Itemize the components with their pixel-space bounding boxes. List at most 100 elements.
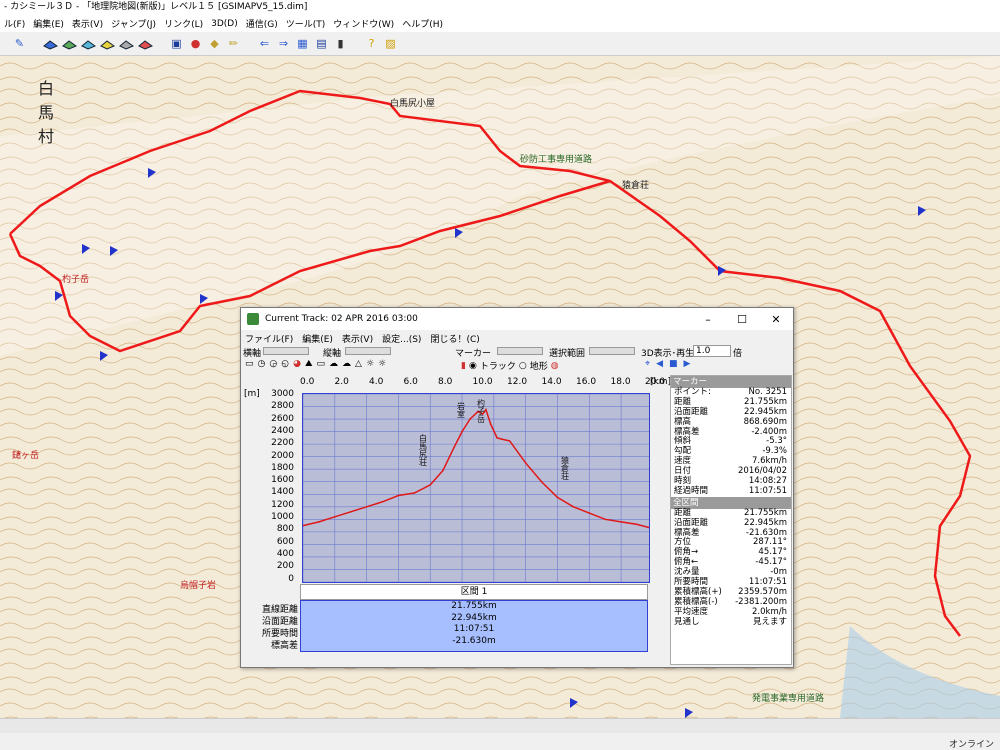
- yoko-slider[interactable]: [263, 347, 309, 355]
- sun2-icon[interactable]: ☼: [378, 359, 386, 369]
- layer-red-icon[interactable]: [138, 36, 153, 51]
- thermometer-icon[interactable]: ▮: [461, 361, 466, 371]
- layer-blue-icon[interactable]: [43, 36, 58, 51]
- window-title: - カシミール３Ｄ - 「地理院地図(新版)」レベル１５ [GSIMAPV5_1…: [0, 0, 1000, 15]
- elevation-point: [556, 496, 559, 499]
- dialog-title: Current Track: 02 APR 2016 03:00: [265, 314, 418, 324]
- dialog-titlebar[interactable]: Current Track: 02 APR 2016 03:00 – ☐ ✕: [241, 308, 793, 330]
- clock-icon[interactable]: ◷: [258, 359, 266, 369]
- pen-icon[interactable]: ✎: [12, 36, 27, 51]
- x-tick-label: 12.0: [507, 377, 528, 387]
- maximize-icon[interactable]: ☐: [725, 313, 759, 326]
- triangle-icon[interactable]: △: [355, 359, 362, 369]
- section-values: 21.755km 22.945km 11:07:51 -21.630m: [300, 600, 648, 652]
- clock2-icon[interactable]: ◶: [269, 359, 277, 369]
- elevation-svg: 白馬尻荘 岩室 杓子岳猿倉荘: [302, 393, 650, 583]
- menu-tools[interactable]: ツール(T): [286, 17, 326, 30]
- label-tate: 縦軸: [323, 349, 342, 359]
- menu-help[interactable]: ヘルプ(H): [402, 17, 443, 30]
- stop-icon[interactable]: ■: [669, 359, 678, 369]
- all-row: 見通し 見えます: [671, 617, 791, 628]
- close-icon[interactable]: ✕: [759, 313, 793, 326]
- x-tick-label: 14.0: [541, 377, 562, 387]
- online-status: オンライン: [948, 740, 994, 750]
- speed-select[interactable]: 1.0: [693, 345, 731, 357]
- menu-3d[interactable]: 3D(D): [211, 19, 238, 29]
- range-slider[interactable]: [589, 347, 635, 355]
- pie-icon[interactable]: ◕: [293, 359, 301, 369]
- elevation-point: [334, 516, 336, 518]
- gps-icon[interactable]: ▮: [333, 36, 348, 51]
- grid-icon[interactable]: ▦: [295, 36, 310, 51]
- layer-yellow-icon[interactable]: [100, 36, 115, 51]
- elevation-chart[interactable]: 白馬尻荘 岩室 杓子岳猿倉荘: [302, 393, 650, 583]
- x-tick-label: 2.0: [334, 377, 349, 387]
- menu-jump[interactable]: ジャンプ(J): [111, 17, 156, 30]
- pencil-icon[interactable]: ✏: [226, 36, 241, 51]
- layer-green-icon[interactable]: [62, 36, 77, 51]
- tate-slider[interactable]: [345, 347, 391, 355]
- y-tick-label: 1000: [271, 512, 294, 522]
- y-tick-label: 1600: [271, 475, 294, 486]
- map-label-peak3: 烏帽子岩: [180, 579, 216, 591]
- menu-window[interactable]: ウィンドウ(W): [333, 17, 394, 30]
- elevation-point: [461, 430, 463, 433]
- play-back-icon[interactable]: ◀: [656, 359, 663, 369]
- layer-gray-icon[interactable]: [119, 36, 134, 51]
- elevation-point: [508, 440, 511, 442]
- elevation-point: [469, 418, 471, 420]
- x-tick-label: 8.0: [438, 377, 453, 387]
- elevation-point: [318, 521, 320, 523]
- speed-unit: 倍: [733, 349, 743, 359]
- all-panel-title: 全区間: [671, 496, 791, 509]
- section-header[interactable]: 区間 1: [300, 584, 648, 600]
- cloud2-icon[interactable]: ☁: [342, 359, 351, 369]
- clock3-icon[interactable]: ◵: [281, 359, 289, 369]
- chart-point-label: 白馬尻荘: [419, 433, 428, 466]
- horizontal-scrollbar[interactable]: [0, 719, 1000, 733]
- marker-slider[interactable]: [497, 347, 543, 355]
- menu-view[interactable]: 表示(V): [72, 17, 103, 30]
- radio-terrain[interactable]: ○: [519, 361, 527, 371]
- minimize-icon[interactable]: –: [691, 313, 725, 326]
- rect-icon[interactable]: ▭: [317, 359, 326, 369]
- erase-icon[interactable]: ◆: [207, 36, 222, 51]
- back-arrow-icon[interactable]: ⇐: [257, 36, 272, 51]
- play-icon[interactable]: ▶: [684, 359, 691, 369]
- chart-point-label: 杓子岳: [477, 398, 486, 424]
- label-marker: マーカー: [455, 349, 492, 359]
- dlg-menu-settings[interactable]: 設定...(S): [382, 332, 421, 345]
- chart-point-label: 岩室: [457, 401, 466, 418]
- ruler-icon[interactable]: ▭: [245, 359, 254, 369]
- binoculars-icon[interactable]: ▣: [169, 36, 184, 51]
- dlg-menu-close[interactable]: 閉じる！(C): [430, 332, 479, 345]
- dlg-menu-file[interactable]: ファイル(F): [245, 332, 293, 345]
- monitor-icon[interactable]: ▤: [314, 36, 329, 51]
- forward-arrow-icon[interactable]: ⇒: [276, 36, 291, 51]
- dlg-menu-edit[interactable]: 編集(E): [302, 332, 333, 345]
- cloud-icon[interactable]: ☁: [329, 359, 338, 369]
- elevation-point: [501, 438, 503, 440]
- elevation-point: [524, 462, 527, 464]
- menu-edit[interactable]: 編集(E): [33, 17, 64, 30]
- menu-link[interactable]: リンク(L): [164, 17, 203, 30]
- 3d-view-icon[interactable]: ⌖: [645, 359, 650, 369]
- sun-icon[interactable]: ☼: [366, 359, 374, 369]
- map-label-peak2: 鑓ヶ岳: [12, 449, 39, 461]
- ok-icon[interactable]: ◍: [551, 361, 559, 371]
- tool-buttons: ▭ ◷ ◶ ◵ ◕ ⛰ ▭ ☁ ☁ △ ☼ ☼: [245, 359, 386, 369]
- chart-point-label: 猿倉荘: [561, 455, 570, 480]
- help-icon[interactable]: ?: [364, 36, 379, 51]
- menu-comm[interactable]: 通信(G): [246, 17, 278, 30]
- layer-cyan-icon[interactable]: [81, 36, 96, 51]
- info-icon[interactable]: ▨: [383, 36, 398, 51]
- marker-icon[interactable]: ●: [188, 36, 203, 51]
- radio-track[interactable]: ◉: [469, 361, 477, 371]
- dlg-menu-view[interactable]: 表示(V): [342, 332, 373, 345]
- marker-mode: ▮ ◉ トラック ○ 地形 ◍: [461, 359, 559, 373]
- elevation-point: [540, 480, 543, 483]
- elevation-point: [349, 511, 352, 513]
- main-toolbar: ✎ ▣ ● ◆ ✏ ⇐ ⇒ ▦ ▤ ▮ ? ▨: [0, 32, 1000, 56]
- profile-icon[interactable]: ⛰: [305, 359, 313, 369]
- menu-file[interactable]: ル(F): [4, 17, 25, 30]
